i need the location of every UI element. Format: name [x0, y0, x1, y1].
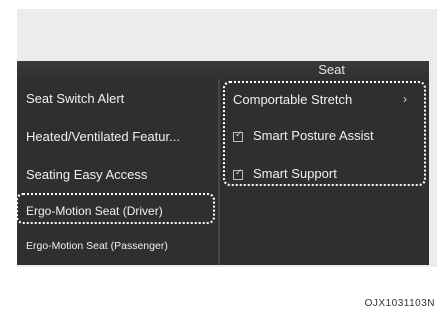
menu-item-seating-easy-access[interactable]: Seating Easy Access — [26, 167, 147, 182]
screen-title: Seat — [318, 61, 345, 79]
right-options-highlight — [223, 81, 426, 186]
menu-item-ergo-motion-passenger[interactable]: Ergo-Motion Seat (Passenger) — [26, 240, 168, 252]
menu-item-seat-switch-alert[interactable]: Seat Switch Alert — [26, 91, 124, 106]
left-menu: Seat Switch Alert Heated/Ventilated Feat… — [17, 79, 218, 265]
figure-code: OJX1031103N — [365, 298, 435, 309]
menu-item-heated-ventilated[interactable]: Heated/Ventilated Featur... — [26, 129, 180, 144]
infotainment-screen: Seat Seat Switch Alert Heated/Ventilated… — [17, 61, 429, 265]
header-bar: Seat — [17, 61, 429, 79]
driver-selection-highlight — [16, 193, 215, 224]
